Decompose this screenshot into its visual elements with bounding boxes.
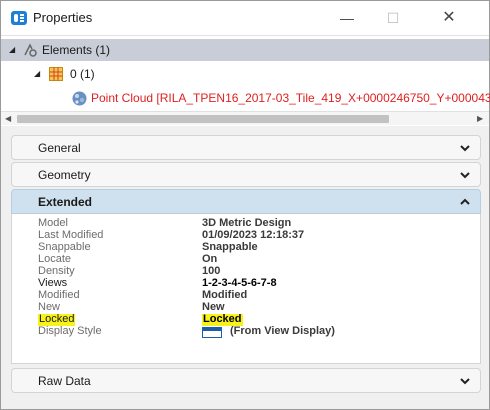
collapse-triangle-icon[interactable]: ◢: [34, 63, 40, 85]
close-button[interactable]: ✕: [429, 5, 469, 31]
panel-general[interactable]: General: [11, 135, 481, 160]
property-row[interactable]: Modified Modified: [12, 289, 480, 302]
panel-label: Geometry: [38, 168, 91, 182]
elements-icon: [22, 42, 38, 65]
minimize-button[interactable]: —: [327, 5, 367, 31]
chevron-up-icon: [460, 198, 470, 205]
chevron-down-icon: [460, 172, 470, 179]
horizontal-scrollbar[interactable]: ◀ ▶: [1, 111, 489, 125]
panel-label: General: [38, 141, 81, 155]
property-row[interactable]: New New: [12, 301, 480, 314]
window-title: Properties: [33, 10, 93, 25]
panel-raw-data[interactable]: Raw Data: [11, 368, 481, 393]
property-name: Display Style: [38, 325, 102, 337]
element-tree: ◢ Elements (1) ◢ 0 (1) Point Cloud [RILA…: [1, 35, 490, 126]
panel-label: Extended: [38, 195, 93, 209]
panel-label: Raw Data: [38, 374, 91, 388]
tree-item-level[interactable]: ◢ 0 (1): [1, 63, 489, 85]
tree-item-point-cloud[interactable]: Point Cloud [RILA_TPEN16_2017-03_Tile_41…: [1, 87, 490, 109]
chevron-down-icon: [460, 145, 470, 152]
tree-item-label: Point Cloud [RILA_TPEN16_2017-03_Tile_41…: [91, 91, 490, 105]
properties-app-icon: [11, 11, 27, 25]
property-row[interactable]: Locate On: [12, 253, 480, 266]
scroll-right-icon[interactable]: ▶: [477, 112, 483, 126]
property-value: (From View Display): [230, 325, 335, 337]
property-row[interactable]: Snappable Snappable: [12, 241, 480, 254]
title-bar[interactable]: Properties — ☐ ✕: [1, 1, 489, 35]
scrollbar-thumb[interactable]: [17, 115, 389, 123]
tree-item-label: 0 (1): [70, 67, 95, 81]
chevron-down-icon: [460, 378, 470, 385]
properties-window: Properties — ☐ ✕ ◢ Elements (1) ◢ 0 (1) …: [0, 0, 490, 410]
panel-extended[interactable]: Extended: [11, 189, 481, 214]
tree-item-label: Elements (1): [42, 43, 111, 57]
property-row[interactable]: Display Style (From View Display): [12, 325, 480, 338]
extended-properties-grid: Model 3D Metric Design Last Modified 01/…: [11, 214, 481, 364]
panel-geometry[interactable]: Geometry: [11, 162, 481, 187]
display-style-icon: [202, 327, 222, 338]
maximize-button[interactable]: ☐: [373, 5, 413, 31]
tree-item-elements[interactable]: ◢ Elements (1): [1, 39, 489, 61]
scroll-left-icon[interactable]: ◀: [5, 112, 11, 126]
level-grid-icon: [48, 66, 64, 89]
collapse-triangle-icon[interactable]: ◢: [9, 39, 15, 61]
